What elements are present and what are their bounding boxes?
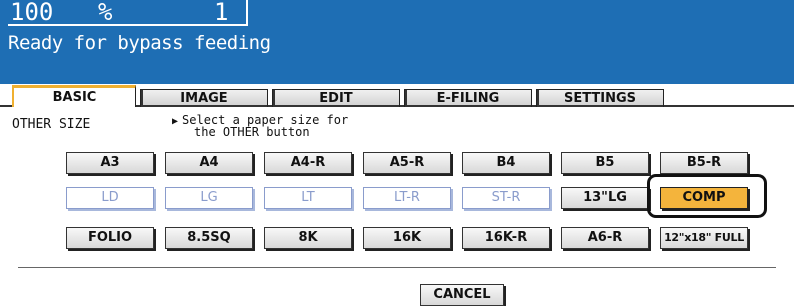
tab-settings[interactable]: SETTINGS <box>536 89 664 107</box>
paper-size-ld-button: LD <box>66 187 154 209</box>
tab-basic[interactable]: BASIC <box>12 85 136 107</box>
section-title: OTHER SIZE <box>12 117 91 132</box>
footer-divider <box>18 267 776 268</box>
paper-size-a4-r-button[interactable]: A4-R <box>264 152 352 174</box>
paper-size-16k-r-button[interactable]: 16K-R <box>462 227 550 249</box>
tab-image[interactable]: IMAGE <box>140 89 268 107</box>
paper-size-16k-button[interactable]: 16K <box>363 227 451 249</box>
arrow-right-icon: ▶ <box>172 116 179 127</box>
cancel-button[interactable]: CANCEL <box>420 284 504 306</box>
copy-count: 1 <box>214 0 229 26</box>
tab-edit[interactable]: EDIT <box>272 89 400 107</box>
selection-highlight-frame <box>647 174 767 218</box>
paper-size-13lg-button[interactable]: 13"LG <box>561 187 649 209</box>
paper-size-a3-button[interactable]: A3 <box>66 152 154 174</box>
paper-size-a6-r-button[interactable]: A6-R <box>561 227 649 249</box>
status-message: Ready for bypass feeding <box>8 32 271 54</box>
status-header: 100 % 1 Ready for bypass feeding <box>0 0 794 84</box>
paper-size-b5-r-button[interactable]: B5-R <box>660 152 748 174</box>
paper-size-b5-button[interactable]: B5 <box>561 152 649 174</box>
paper-size-12x18-full-button[interactable]: 12"x18" FULL <box>660 227 748 249</box>
paper-size-lg-button: LG <box>165 187 253 209</box>
paper-size-lt-button: LT <box>264 187 352 209</box>
paper-size-8k-button[interactable]: 8K <box>264 227 352 249</box>
zoom-unit: % <box>98 0 113 26</box>
zoom-copies-box: 100 % 1 <box>8 0 248 26</box>
paper-size-folio-button[interactable]: FOLIO <box>66 227 154 249</box>
paper-size-8-5sq-button[interactable]: 8.5SQ <box>165 227 253 249</box>
paper-size-b4-button[interactable]: B4 <box>462 152 550 174</box>
paper-size-a4-button[interactable]: A4 <box>165 152 253 174</box>
instruction-text: ▶ Select a paper size for the OTHER butto… <box>172 114 348 139</box>
paper-size-lt-r-button: LT-R <box>363 187 451 209</box>
tab-e-filing[interactable]: E-FILING <box>404 89 532 107</box>
paper-size-st-r-button: ST-R <box>462 187 550 209</box>
zoom-value: 100 <box>10 0 54 26</box>
instruction-line-2: the OTHER button <box>194 125 310 139</box>
paper-size-a5-r-button[interactable]: A5-R <box>363 152 451 174</box>
